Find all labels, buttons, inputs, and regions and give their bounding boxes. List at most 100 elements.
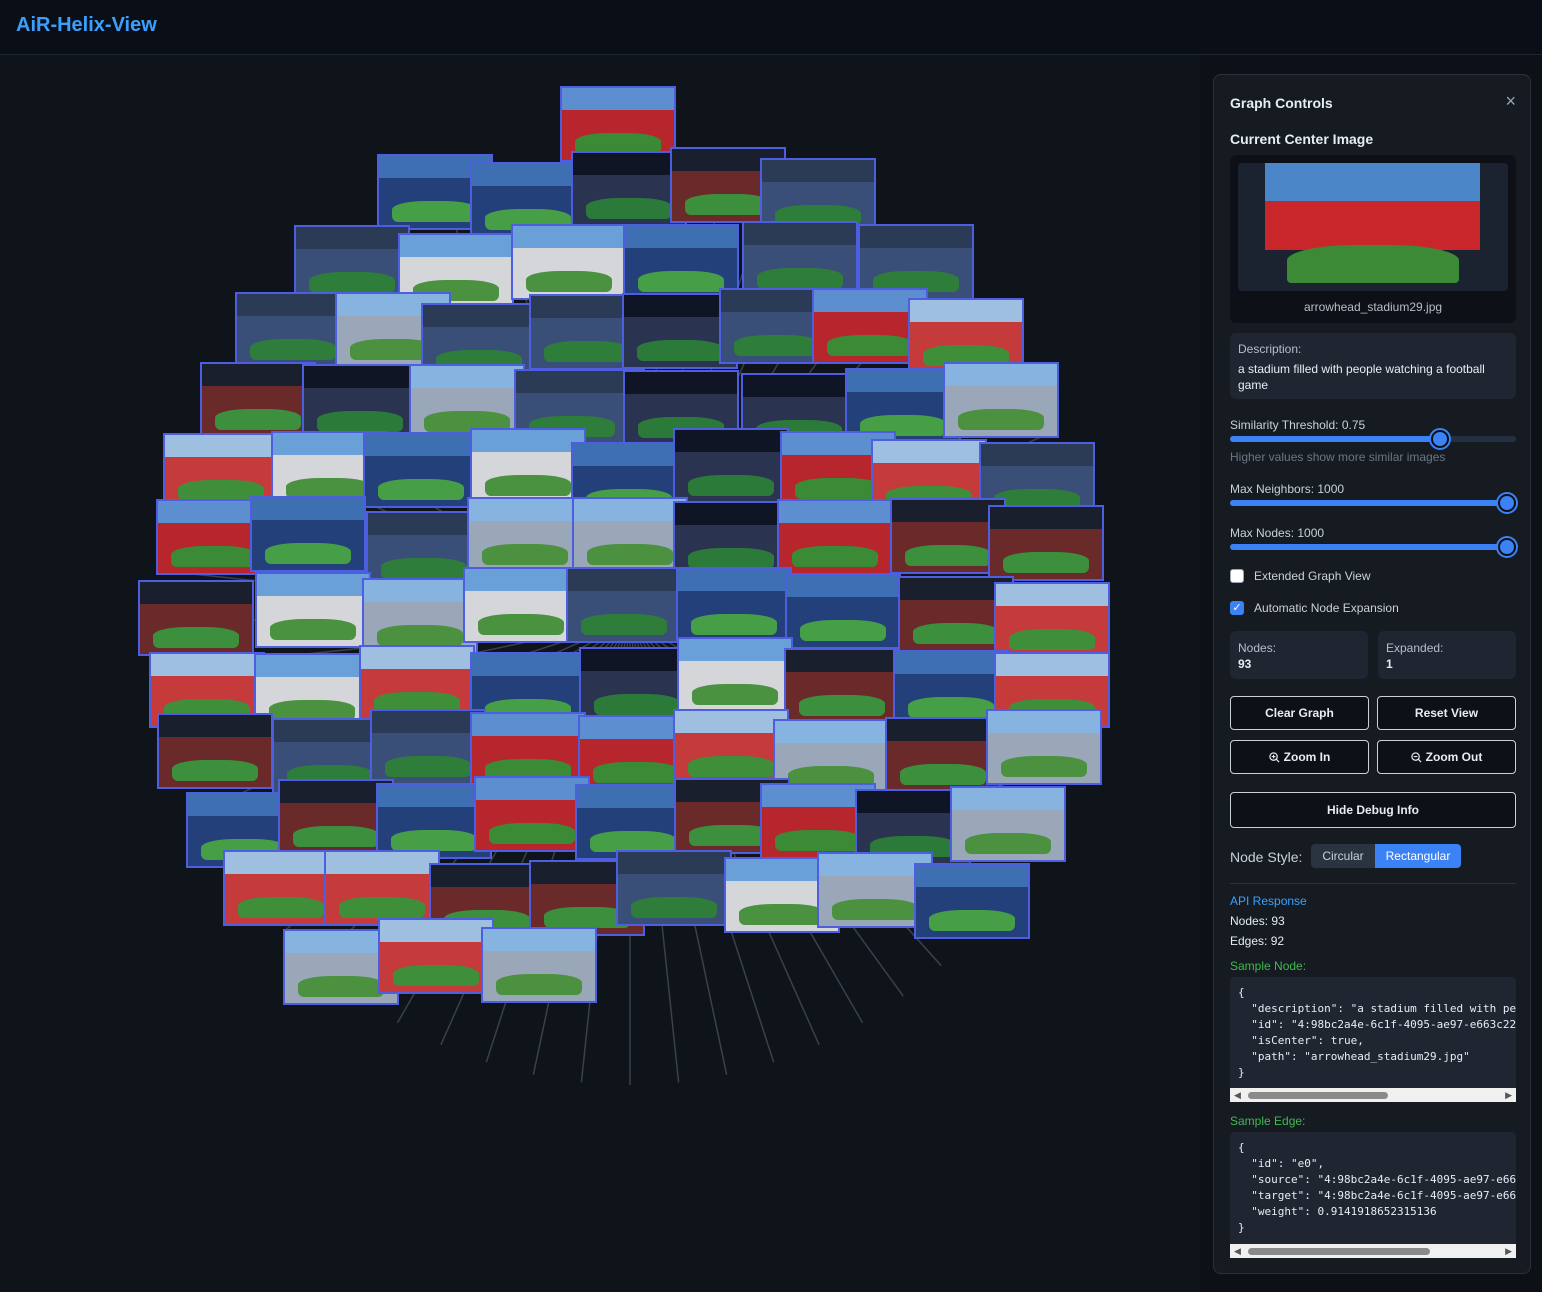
graph-node-image[interactable] [785,573,901,649]
style-circular-button[interactable]: Circular [1311,844,1375,868]
graph-node-image[interactable] [302,364,418,440]
panel-title: Graph Controls [1230,95,1333,111]
graph-node-image[interactable] [677,637,793,713]
reset-view-button[interactable]: Reset View [1377,696,1516,730]
close-icon[interactable]: × [1505,91,1516,112]
clear-graph-button[interactable]: Clear Graph [1230,696,1369,730]
api-response-title: API Response [1230,894,1307,908]
scroll-right-icon[interactable]: ▶ [1505,1246,1512,1257]
similarity-slider-thumb[interactable] [1431,430,1449,448]
graph-node-image[interactable] [885,717,1001,793]
max-neighbors-slider[interactable] [1230,494,1516,512]
zoom-in-icon [1268,751,1280,763]
graph-node-image[interactable] [363,432,479,508]
graph-node-image[interactable] [742,221,858,297]
graph-node-image[interactable] [950,786,1066,862]
graph-canvas[interactable] [0,55,1200,1292]
scroll-left-icon[interactable]: ◀ [1234,1090,1241,1101]
sample-node-scrollbar[interactable]: ◀ ▶ [1230,1088,1516,1102]
auto-expand-label: Automatic Node Expansion [1254,601,1399,615]
max-nodes-slider-thumb[interactable] [1498,538,1516,556]
graph-node-image[interactable] [676,567,792,643]
graph-node-image[interactable] [138,580,254,656]
graph-node-image[interactable] [362,578,478,654]
style-rectangular-button[interactable]: Rectangular [1375,844,1461,868]
graph-node-image[interactable] [463,567,579,643]
nodes-stat: Nodes: 93 [1230,631,1368,679]
api-edges-count: Edges: 92 [1230,934,1285,948]
graph-node-image[interactable] [481,927,597,1003]
graph-node-image[interactable] [250,496,366,572]
graph-node-image[interactable] [988,505,1104,581]
graph-node-image[interactable] [294,225,410,301]
graph-node-image[interactable] [200,362,316,438]
graph-node-image[interactable] [914,863,1030,939]
sample-node-title: Sample Node: [1230,959,1307,973]
app-title: AiR-Helix-View [16,14,157,36]
max-nodes-label: Max Nodes: 1000 [1230,526,1325,540]
zoom-out-button[interactable]: Zoom Out [1377,740,1516,774]
hide-debug-button[interactable]: Hide Debug Info [1230,792,1516,828]
graph-node-image[interactable] [673,709,789,785]
auto-expand-checkbox[interactable]: ✓ [1230,601,1244,615]
nodes-stat-value: 93 [1238,657,1252,671]
api-nodes-count: Nodes: 93 [1230,914,1285,928]
graph-node-image[interactable] [616,850,732,926]
scrollbar-thumb[interactable] [1248,1092,1388,1099]
sample-edge-code: { "id": "e0", "source": "4:98bc2a4e-6c1f… [1230,1132,1516,1244]
graph-node-image[interactable] [566,567,682,643]
center-image-title: Current Center Image [1230,131,1374,147]
graph-node-image[interactable] [777,499,893,575]
graph-node-image[interactable] [235,292,351,368]
node-style-label: Node Style: [1230,849,1303,865]
graph-node-image[interactable] [474,776,590,852]
center-image[interactable] [1238,163,1508,291]
zoom-out-icon [1410,751,1422,763]
divider [1230,883,1516,884]
graph-node-image[interactable] [370,709,486,785]
graph-node-image[interactable] [943,362,1059,438]
scroll-right-icon[interactable]: ▶ [1505,1090,1512,1101]
similarity-slider-fill [1230,436,1440,442]
max-neighbors-slider-fill [1230,500,1507,506]
description-label: Description: [1238,342,1302,356]
zoom-out-label: Zoom Out [1425,750,1483,764]
expanded-stat-label: Expanded: [1386,641,1444,655]
graph-node-image[interactable] [784,648,900,724]
max-neighbors-slider-thumb[interactable] [1498,494,1516,512]
max-nodes-slider-fill [1230,544,1507,550]
center-image-card: arrowhead_stadium29.jpg [1230,155,1516,323]
graph-node-image[interactable] [994,582,1110,658]
graph-node-image[interactable] [470,428,586,504]
graph-node-image[interactable] [511,224,627,300]
center-image-thumbnail [1265,163,1480,291]
similarity-label: Similarity Threshold: 0.75 [1230,418,1366,432]
graph-node-image[interactable] [467,497,583,573]
graph-node-image[interactable] [255,572,371,648]
graph-node-image[interactable] [378,918,494,994]
graph-node-image[interactable] [673,501,789,577]
graph-node-image[interactable] [572,497,688,573]
clear-graph-label: Clear Graph [1265,706,1334,720]
max-neighbors-label: Max Neighbors: 1000 [1230,482,1345,496]
similarity-slider[interactable] [1230,430,1516,448]
nodes-stat-label: Nodes: [1238,641,1277,655]
sample-edge-scrollbar[interactable]: ◀ ▶ [1230,1244,1516,1258]
max-nodes-slider[interactable] [1230,538,1516,556]
description-box: Description: a stadium filled with peopl… [1230,333,1516,399]
graph-node-image[interactable] [673,428,789,504]
scrollbar-thumb[interactable] [1248,1248,1430,1255]
sample-node-code: { "description": "a stadium filled with … [1230,977,1516,1088]
extended-view-checkbox[interactable] [1230,569,1244,583]
reset-view-label: Reset View [1414,706,1479,720]
zoom-in-button[interactable]: Zoom In [1230,740,1369,774]
graph-node-image[interactable] [223,850,339,926]
scroll-left-icon[interactable]: ◀ [1234,1246,1241,1257]
similarity-hint: Higher values show more similar images [1230,450,1446,464]
graph-node-image[interactable] [986,709,1102,785]
center-image-filename: arrowhead_stadium29.jpg [1303,300,1443,314]
graph-node-image[interactable] [157,713,273,789]
expanded-stat: Expanded: 1 [1378,631,1516,679]
sample-edge-title: Sample Edge: [1230,1114,1306,1128]
graph-node-image[interactable] [324,850,440,926]
